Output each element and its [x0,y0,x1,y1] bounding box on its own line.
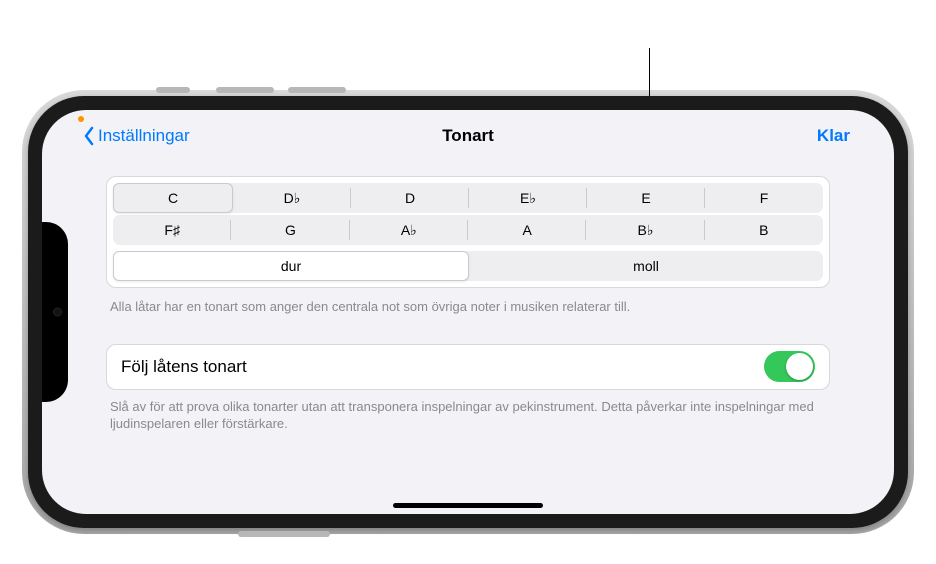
key-c[interactable]: C [113,183,233,213]
volume-up-button [216,87,274,93]
power-button [238,531,330,537]
back-label: Inställningar [98,126,190,146]
follow-key-footnote: Slå av för att prova olika tonarter utan… [106,390,830,433]
key-g[interactable]: G [231,215,349,245]
key-row-1: C D♭ D E♭ E F [113,183,823,213]
screen: Inställningar Tonart Klar C D♭ D E♭ E F [42,110,894,514]
home-indicator[interactable] [393,503,543,508]
mode-major[interactable]: dur [113,251,469,281]
mute-switch [156,87,190,93]
key-e[interactable]: E [587,183,705,213]
key-aflat[interactable]: A♭ [350,215,468,245]
mode-selector: dur moll [113,251,823,281]
follow-key-label: Följ låtens tonart [121,357,247,377]
page-title: Tonart [442,126,494,146]
key-row-2: F♯ G A♭ A B♭ B [113,215,823,245]
notch [42,222,68,402]
key-fsharp[interactable]: F♯ [113,215,231,245]
content: C D♭ D E♭ E F F♯ G A♭ A B♭ B [106,176,830,514]
follow-key-toggle[interactable] [764,351,815,382]
phone-frame: Inställningar Tonart Klar C D♭ D E♭ E F [28,96,908,528]
key-eflat[interactable]: E♭ [469,183,587,213]
key-d[interactable]: D [351,183,469,213]
key-bflat[interactable]: B♭ [586,215,704,245]
nav-bar: Inställningar Tonart Klar [82,118,854,154]
key-f[interactable]: F [705,183,823,213]
key-selector-panel: C D♭ D E♭ E F F♯ G A♭ A B♭ B [106,176,830,288]
done-button[interactable]: Klar [817,126,850,146]
key-b[interactable]: B [705,215,823,245]
chevron-left-icon [82,126,96,146]
mode-minor[interactable]: moll [469,251,823,281]
key-dflat[interactable]: D♭ [233,183,351,213]
key-footnote: Alla låtar har en tonart som anger den c… [106,288,830,316]
volume-down-button [288,87,346,93]
follow-key-row: Följ låtens tonart [106,344,830,390]
key-a[interactable]: A [468,215,586,245]
back-button[interactable]: Inställningar [82,126,190,146]
